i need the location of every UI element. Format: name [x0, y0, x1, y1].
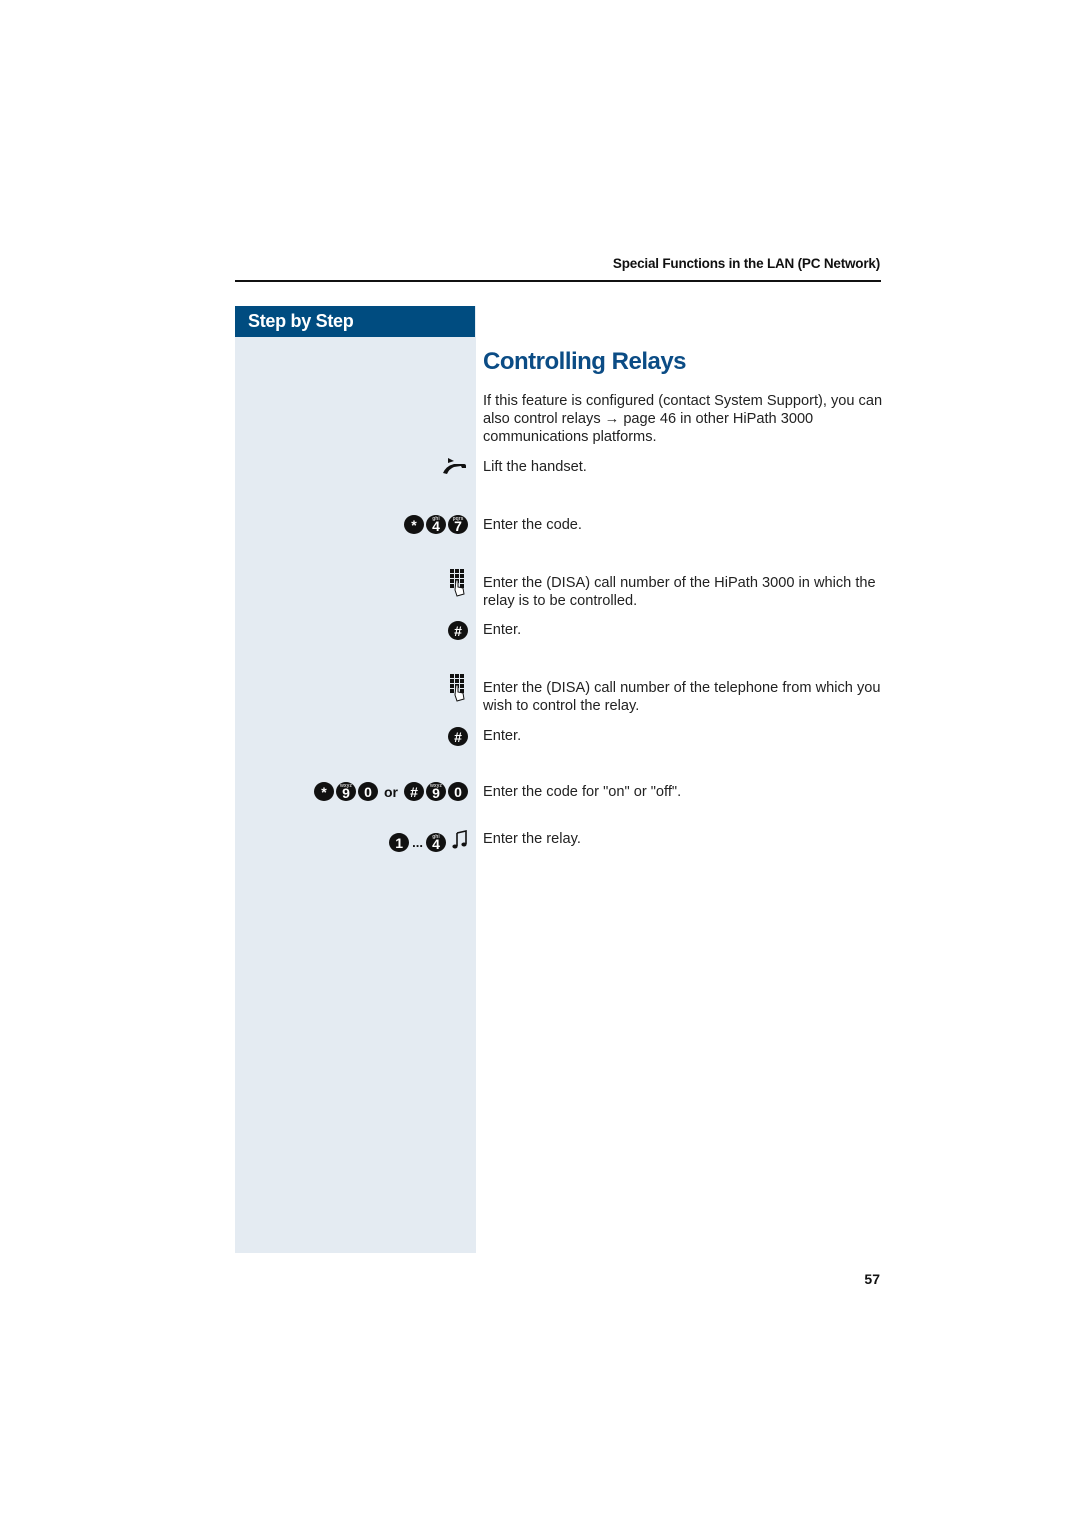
key-4-icon: ghi 4	[426, 515, 446, 534]
step-by-step-title: Step by Step	[248, 311, 354, 331]
key-9-icon: wxyz 9	[426, 782, 446, 801]
key-4-icon: ghi 4	[426, 833, 446, 852]
running-header: Special Functions in the LAN (PC Network…	[612, 256, 880, 271]
hash-key-icon: #	[404, 782, 424, 801]
step-text: Enter the code.	[483, 517, 582, 533]
key-9-icon: wxyz 9	[336, 782, 356, 801]
key-1-icon: 1	[389, 833, 410, 852]
step-text: Enter the (DISA) call number of the HiPa…	[483, 575, 876, 609]
hash-key-icon: #	[448, 621, 468, 640]
hash-key-icon: #	[448, 727, 468, 746]
step-text: Enter the code for "on" or "off".	[483, 784, 682, 800]
step-text: Lift the handset.	[483, 459, 587, 475]
step-by-step-header: Step by Step	[235, 306, 475, 337]
key-0-icon: 0	[448, 782, 468, 801]
relay-keys: 1 ... ghi 4	[389, 830, 468, 855]
or-label: or	[384, 783, 398, 800]
lift-handset-icon	[440, 456, 468, 476]
on-off-code-keys: * wxyz 9 0 or # wxyz 9 0	[314, 782, 468, 801]
step-text: Enter.	[483, 622, 522, 638]
page-number: 57	[864, 1271, 880, 1287]
header-rule	[235, 280, 881, 282]
step-text: Enter.	[483, 728, 522, 744]
star-key-icon: *	[404, 515, 424, 534]
keypad-icon	[448, 568, 468, 598]
intro-paragraph: If this feature is configured (contact S…	[483, 393, 883, 445]
page-title: Controlling Relays	[483, 348, 687, 375]
keypad-icon	[448, 673, 468, 703]
step-text: Enter the (DISA) call number of the tele…	[483, 680, 881, 714]
tone-icon	[452, 830, 468, 855]
range-dots: ...	[412, 835, 423, 850]
code-keys: * ghi 4 pqrs 7	[404, 515, 468, 534]
star-key-icon: *	[314, 782, 334, 801]
step-by-step-panel	[235, 306, 476, 1253]
key-7-icon: pqrs 7	[448, 515, 468, 534]
step-text: Enter the relay.	[483, 831, 581, 847]
key-0-icon: 0	[358, 782, 378, 801]
